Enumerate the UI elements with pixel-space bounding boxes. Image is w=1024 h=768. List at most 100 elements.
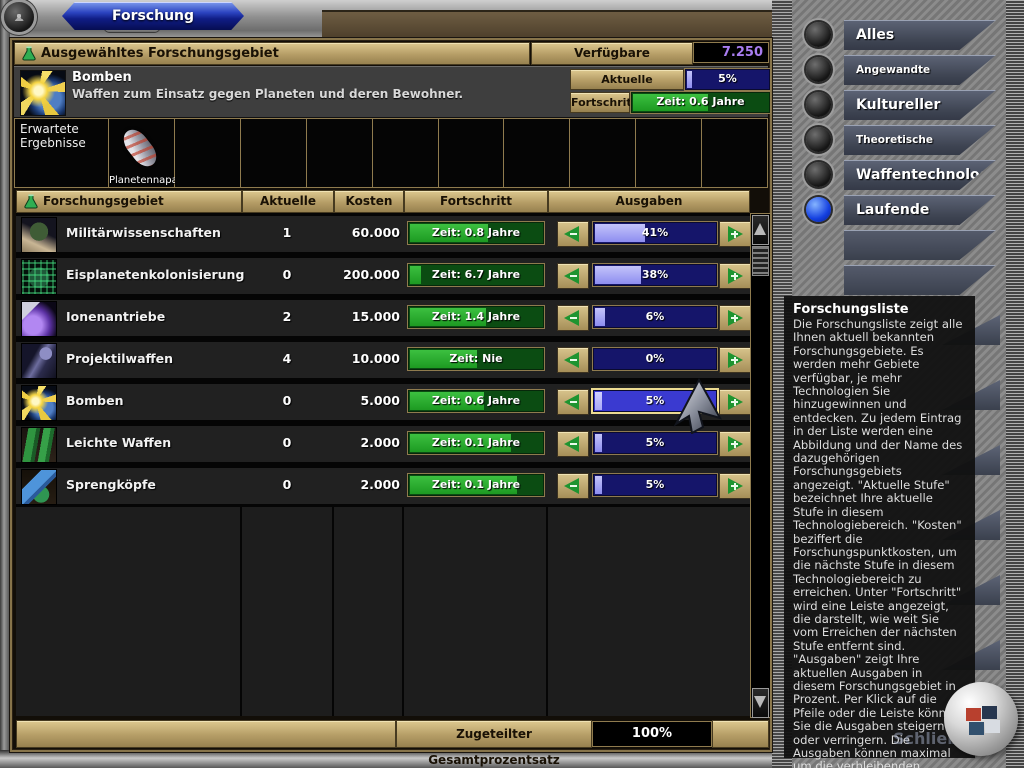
sidebar-filter-row: Waffentechnologie bbox=[792, 160, 1006, 190]
decrease-spending-button[interactable] bbox=[557, 389, 589, 415]
plus-mark bbox=[731, 485, 738, 487]
filter-button-4[interactable]: Theoretische Wissenschaften bbox=[844, 125, 996, 155]
research-name: Leichte Waffen bbox=[66, 435, 171, 450]
research-cost: 10.000 bbox=[334, 351, 400, 366]
table-row[interactable]: Bomben 0 5.000 Zeit: 0.6 Jahre 5% bbox=[16, 381, 750, 423]
research-list: Militärwissenschaften 1 60.000 Zeit: 0.8… bbox=[16, 213, 750, 716]
spending-bar[interactable]: 0% bbox=[593, 348, 717, 370]
plus-mark bbox=[731, 359, 738, 361]
flask-icon bbox=[24, 194, 38, 209]
plus-mark bbox=[731, 401, 738, 403]
table-row[interactable]: Militärwissenschaften 1 60.000 Zeit: 0.8… bbox=[16, 213, 750, 255]
selected-area-title-text: Ausgewähltes Forschungsgebiet bbox=[41, 46, 279, 61]
right-frame bbox=[1006, 0, 1024, 768]
filter-button-6[interactable]: Laufende Forschung bbox=[844, 195, 996, 225]
table-row[interactable]: Ionenantriebe 2 15.000 Zeit: 1.4 Jahre 6… bbox=[16, 297, 750, 339]
table-row[interactable]: Eisplanetenkolonisierung 0 200.000 Zeit:… bbox=[16, 255, 750, 297]
increase-spending-button[interactable] bbox=[719, 347, 750, 373]
decrease-spending-button[interactable] bbox=[557, 431, 589, 457]
spending-bar[interactable]: 6% bbox=[593, 306, 717, 328]
filter-radio-button[interactable] bbox=[806, 127, 831, 152]
decrease-spending-button[interactable] bbox=[557, 305, 589, 331]
expected-results-label: Erwartete Ergebnisse bbox=[14, 118, 109, 188]
scrollbar-thumb[interactable] bbox=[752, 246, 769, 276]
spending-bar[interactable]: 5% bbox=[593, 432, 717, 454]
decrease-spending-button[interactable] bbox=[557, 347, 589, 373]
filter-button-1[interactable]: Alles bbox=[844, 20, 996, 50]
research-name: Projektilwaffen bbox=[66, 351, 173, 366]
spending-bar-value: 5% bbox=[686, 70, 769, 89]
increase-spending-button[interactable] bbox=[719, 305, 750, 331]
expected-result-cell-empty bbox=[504, 118, 570, 188]
tooltip-body: Die Forschungsliste zeigt alle Ihnen akt… bbox=[793, 318, 966, 768]
total-percent-value: 100% bbox=[592, 721, 712, 747]
game-logo-icon bbox=[982, 706, 997, 719]
minus-mark bbox=[570, 359, 577, 361]
filter-button-2[interactable]: Angewandte Wissenschaften bbox=[844, 55, 996, 85]
filter-button-5[interactable]: Waffentechnologie bbox=[844, 160, 996, 190]
column-header-ausgaben: Ausgaben bbox=[548, 190, 750, 213]
total-percent-label: Zugeteilter Gesamtprozentsatz bbox=[396, 720, 592, 748]
minus-mark bbox=[570, 485, 577, 487]
increase-spending-button[interactable] bbox=[719, 473, 750, 499]
column-header-kosten: Kosten bbox=[334, 190, 404, 213]
expected-result-name: Planetennapalm bbox=[109, 175, 174, 186]
research-name: Bomben bbox=[66, 393, 123, 408]
decrease-spending-button[interactable] bbox=[557, 221, 589, 247]
research-level: 0 bbox=[242, 267, 332, 282]
research-level: 0 bbox=[242, 477, 332, 492]
table-row[interactable]: Sprengköpfe 0 2.000 Zeit: 0.1 Jahre 5% bbox=[16, 465, 750, 507]
filter-radio-button[interactable] bbox=[806, 162, 831, 187]
research-level: 2 bbox=[242, 309, 332, 324]
research-progress-bar: Zeit: 0.1 Jahre bbox=[408, 474, 544, 496]
table-row[interactable]: Projektilwaffen 4 10.000 Zeit: Nie 0% bbox=[16, 339, 750, 381]
sidebar-filter-row: Kultureller Fortschritt bbox=[792, 90, 1006, 120]
expected-result-cell-empty bbox=[570, 118, 636, 188]
spending-bar[interactable]: 41% bbox=[593, 222, 717, 244]
tooltip-panel: Forschungsliste Die Forschungsliste zeig… bbox=[784, 296, 975, 758]
research-progress-bar: Zeit: 0.6 Jahre bbox=[408, 390, 544, 412]
game-logo-icon bbox=[966, 708, 981, 721]
research-progress-bar: Zeit: Nie bbox=[408, 348, 544, 370]
spending-bar[interactable]: 5% bbox=[593, 474, 717, 496]
filter-radio-button[interactable] bbox=[806, 57, 831, 82]
progress-time: Zeit: Nie bbox=[409, 349, 543, 369]
tab-forschung[interactable]: Forschung bbox=[62, 2, 244, 30]
tooltip-title: Forschungsliste bbox=[793, 302, 966, 317]
filter-button-3[interactable]: Kultureller Fortschritt bbox=[844, 90, 996, 120]
plus-mark bbox=[731, 233, 738, 235]
filter-radio-button[interactable] bbox=[806, 197, 831, 222]
research-icon bbox=[21, 343, 57, 379]
research-cost: 2.000 bbox=[334, 435, 400, 450]
research-icon bbox=[21, 427, 57, 463]
close-orb-button[interactable] bbox=[944, 682, 1018, 756]
progress-label: Fortschritt bbox=[570, 92, 630, 113]
decrease-spending-button[interactable] bbox=[557, 263, 589, 289]
system-orb-button[interactable] bbox=[4, 2, 34, 32]
spending-bar[interactable]: 38% bbox=[593, 264, 717, 286]
research-cost: 60.000 bbox=[334, 225, 400, 240]
research-progress-bar: Zeit: 1.4 Jahre bbox=[408, 306, 544, 328]
filter-radio-button[interactable] bbox=[806, 22, 831, 47]
plus-mark bbox=[731, 443, 738, 445]
research-cost: 15.000 bbox=[334, 309, 400, 324]
filter-radio-button[interactable] bbox=[806, 92, 831, 117]
scroll-down-button[interactable] bbox=[752, 688, 769, 718]
sidebar-filter-row: Theoretische Wissenschaften bbox=[792, 125, 1006, 155]
column-header-aktuelle-stufe: Aktuelle Stufe bbox=[242, 190, 334, 213]
expected-results-strip: Erwartete Ergebnisse Planetennapalm bbox=[14, 118, 768, 188]
table-row[interactable]: Leichte Waffen 0 2.000 Zeit: 0.1 Jahre 5… bbox=[16, 423, 750, 465]
expected-result-cell-empty bbox=[636, 118, 702, 188]
left-frame bbox=[0, 0, 10, 768]
research-level: 0 bbox=[242, 435, 332, 450]
expected-result-cell-empty bbox=[373, 118, 439, 188]
increase-spending-button[interactable] bbox=[719, 431, 750, 457]
research-cost: 200.000 bbox=[334, 267, 400, 282]
increase-spending-button[interactable] bbox=[719, 263, 750, 289]
progress-time: Zeit: 0.1 Jahre bbox=[409, 475, 543, 495]
scroll-up-button[interactable] bbox=[752, 215, 769, 245]
decrease-spending-button[interactable] bbox=[557, 473, 589, 499]
planetennapalm-icon bbox=[118, 125, 161, 172]
increase-spending-button[interactable] bbox=[719, 221, 750, 247]
selected-area-title: Ausgewähltes Forschungsgebiet bbox=[14, 42, 530, 65]
